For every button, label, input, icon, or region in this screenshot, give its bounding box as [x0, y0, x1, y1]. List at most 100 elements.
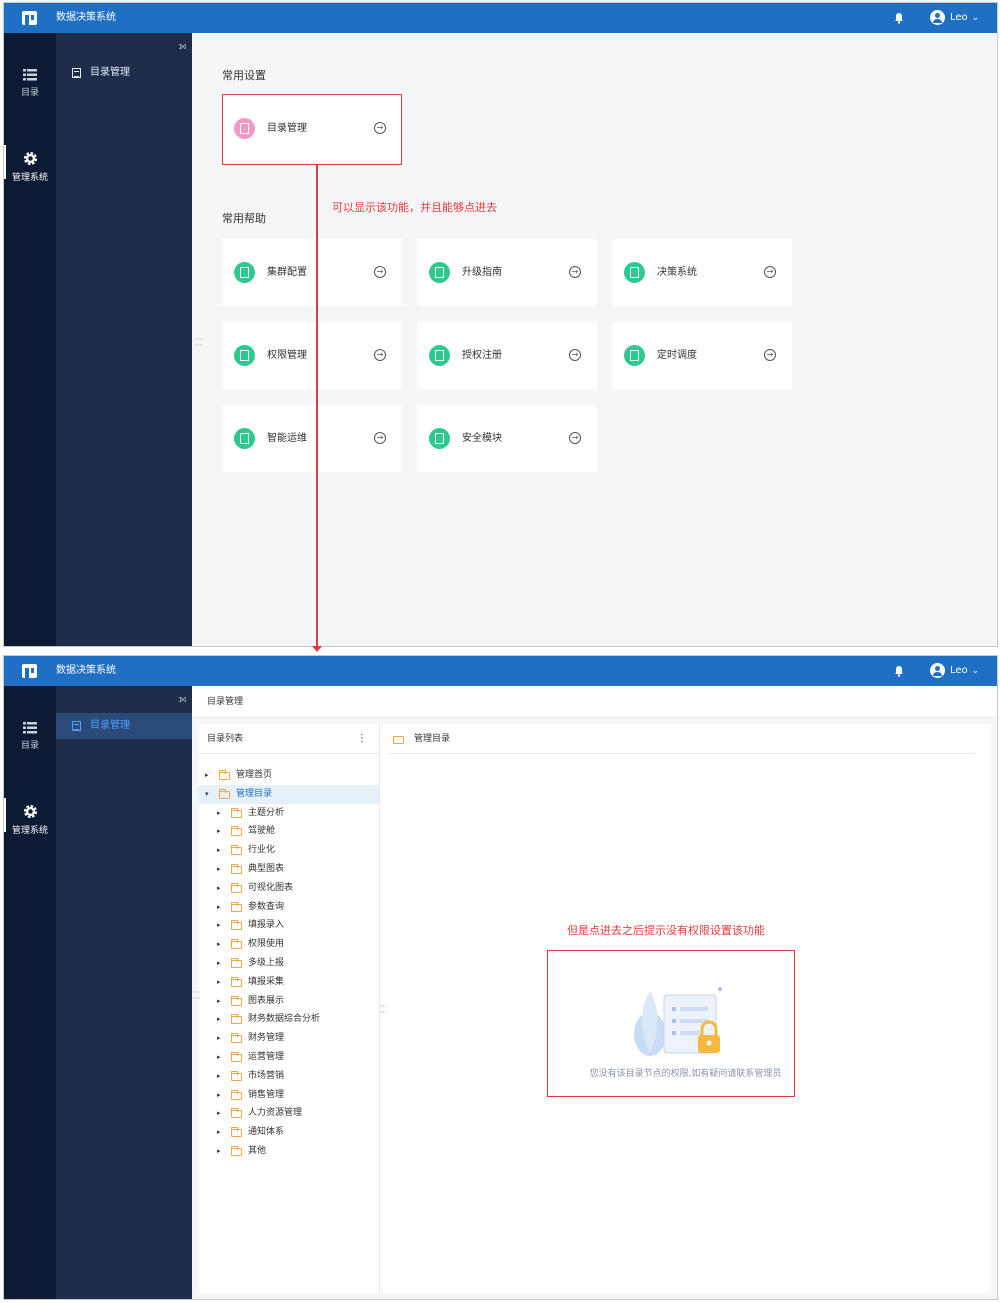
expand-arrow-icon[interactable]: ▸ [217, 1029, 221, 1048]
annotation-text: 但是点进去之后提示没有权限设置该功能 [567, 924, 765, 937]
doc-icon [234, 345, 255, 366]
expand-arrow-icon[interactable]: ▸ [217, 935, 221, 954]
screenshot-catalog: 数据决策系统 Leo ⌄ 目录 管理系统 ⟕ 目录管理 目录管理 目录列表 ⋮ ▸ 管… [3, 655, 998, 1300]
arrow-right-circle-icon: → [764, 266, 776, 278]
tree-node-label: 权限使用 [248, 939, 285, 950]
rail-label: 目录 [20, 741, 39, 751]
tree-node-label: 多级上报 [248, 957, 285, 968]
tree-node[interactable]: ▸ 通知体系 [199, 1123, 379, 1142]
pin-icon[interactable]: ⟕ [178, 41, 186, 52]
sidebar-item-catalog-management[interactable]: 目录管理 [56, 713, 192, 739]
rail-item-catalog[interactable]: 目录 [4, 722, 56, 751]
expand-arrow-icon[interactable]: ▸ [217, 992, 221, 1011]
tree-node-label: 人力资源管理 [248, 1108, 303, 1119]
expand-arrow-icon[interactable]: ▸ [217, 1104, 221, 1123]
expand-arrow-icon[interactable]: ▸ [217, 954, 221, 973]
tree-node[interactable]: ▸ 财务数据综合分析 [199, 1010, 379, 1029]
app-logo-icon [22, 11, 37, 25]
card-label: 智能运维 [267, 433, 307, 444]
tree-node-label: 市场营销 [248, 1070, 285, 1081]
folder-icon [231, 1127, 242, 1138]
expand-arrow-icon[interactable]: ▸ [217, 804, 221, 823]
tree-node-management[interactable]: ▾ 管理目录 [199, 784, 379, 804]
expand-arrow-icon[interactable]: ▸ [217, 1010, 221, 1029]
notification-bell-icon[interactable] [894, 665, 904, 677]
tree-node-home[interactable]: ▸ 管理首页 [199, 766, 379, 785]
expand-arrow-icon[interactable]: ▸ [217, 916, 221, 935]
avatar-icon [930, 663, 945, 678]
chevron-down-icon: ⌄ [971, 666, 980, 676]
tree-node-label: 行业化 [248, 845, 276, 856]
rail-label: 管理系统 [11, 826, 48, 836]
more-options-icon[interactable]: ⋮ [357, 724, 367, 754]
user-name: Leo [950, 665, 968, 676]
tree-node[interactable]: ▸ 其他 [199, 1142, 379, 1161]
expand-arrow-icon[interactable]: ▸ [217, 898, 221, 917]
expand-arrow-icon[interactable]: ▸ [217, 1086, 221, 1105]
catalog-tree-panel: 目录列表 ⋮ ▸ 管理首页 ▾ 管理目录 ▸ 主题分析 ▸ 驾驶舱 ▸ 行业化 ▸ 典型图表 ▸ 可视化… [199, 724, 379, 1293]
resize-handle[interactable]: ⋮⋮ [194, 335, 203, 347]
tree-node-label: 典型图表 [248, 863, 285, 874]
chevron-down-icon: ⌄ [971, 13, 980, 23]
expand-arrow-icon[interactable]: ▸ [217, 841, 221, 860]
arrow-right-circle-icon: → [569, 432, 581, 444]
tree-node-label: 其他 [248, 1145, 267, 1156]
tree-node[interactable]: ▸ 填报采集 [199, 973, 379, 992]
doc-icon [429, 262, 450, 283]
tree-node[interactable]: ▸ 主题分析 [199, 804, 379, 823]
card-help[interactable]: 集群配置 → [222, 239, 402, 306]
folder-icon [231, 845, 242, 856]
expand-arrow-icon[interactable]: ▸ [217, 879, 221, 898]
folder-icon [231, 995, 242, 1006]
user-menu[interactable]: Leo ⌄ [930, 10, 979, 26]
card-help[interactable]: 智能运维 → [222, 405, 402, 472]
tree-node[interactable]: ▸ 财务管理 [199, 1029, 379, 1048]
expand-arrow-icon[interactable]: ▸ [217, 860, 221, 879]
tree-node[interactable]: ▸ 驾驶舱 [199, 822, 379, 841]
tree-node[interactable]: ▸ 可视化图表 [199, 879, 379, 898]
tree-node-label: 可视化图表 [248, 882, 294, 893]
card-label: 安全模块 [462, 433, 502, 444]
resize-handle[interactable]: ⋮⋮ [379, 1002, 388, 1014]
tree-node[interactable]: ▸ 多级上报 [199, 954, 379, 973]
tree-node[interactable]: ▸ 人力资源管理 [199, 1104, 379, 1123]
tree-node[interactable]: ▸ 运营管理 [199, 1048, 379, 1067]
card-help[interactable]: 安全模块 → [417, 405, 597, 472]
card-help[interactable]: 决策系统 → [612, 239, 792, 306]
card-help[interactable]: 升级指南 → [417, 239, 597, 306]
rail-item-management[interactable]: 管理系统 [4, 798, 56, 836]
expand-arrow-icon[interactable]: ▸ [217, 1123, 221, 1142]
card-help[interactable]: 权限管理 → [222, 322, 402, 389]
tree-node[interactable]: ▸ 销售管理 [199, 1086, 379, 1105]
tree-node[interactable]: ▸ 参数查询 [199, 898, 379, 917]
notification-bell-icon[interactable] [894, 12, 904, 24]
gear-icon [23, 804, 37, 819]
card-label: 授权注册 [462, 350, 502, 361]
pin-icon[interactable]: ⟕ [178, 694, 186, 705]
expand-arrow-icon[interactable]: ▸ [217, 973, 221, 992]
expand-arrow-icon[interactable]: ▸ [217, 1142, 221, 1161]
tree-node[interactable]: ▸ 行业化 [199, 841, 379, 860]
card-help[interactable]: 定时调度 → [612, 322, 792, 389]
card-help[interactable]: 授权注册 → [417, 322, 597, 389]
tree-node[interactable]: ▸ 填报录入 [199, 916, 379, 935]
collapse-arrow-icon[interactable]: ▾ [205, 785, 209, 804]
tree-node-label: 图表展示 [248, 995, 285, 1006]
folder-icon [231, 826, 242, 837]
tree-node-label: 填报采集 [248, 976, 285, 987]
expand-arrow-icon[interactable]: ▸ [217, 1067, 221, 1086]
rail-item-management[interactable]: 管理系统 [4, 145, 56, 183]
tree-node[interactable]: ▸ 市场营销 [199, 1067, 379, 1086]
user-menu[interactable]: Leo ⌄ [930, 663, 979, 679]
tree-node-label: 财务管理 [248, 1033, 285, 1044]
resize-handle[interactable]: ⋮⋮ [192, 988, 201, 1000]
expand-arrow-icon[interactable]: ▸ [217, 1048, 221, 1067]
expand-arrow-icon[interactable]: ▸ [205, 766, 209, 785]
sidebar-item-catalog-management[interactable]: 目录管理 [56, 60, 192, 86]
tree-node[interactable]: ▸ 权限使用 [199, 935, 379, 954]
expand-arrow-icon[interactable]: ▸ [217, 822, 221, 841]
tree-node[interactable]: ▸ 图表展示 [199, 992, 379, 1011]
tree-node[interactable]: ▸ 典型图表 [199, 860, 379, 879]
rail-item-catalog[interactable]: 目录 [4, 69, 56, 98]
card-label: 决策系统 [657, 267, 697, 278]
